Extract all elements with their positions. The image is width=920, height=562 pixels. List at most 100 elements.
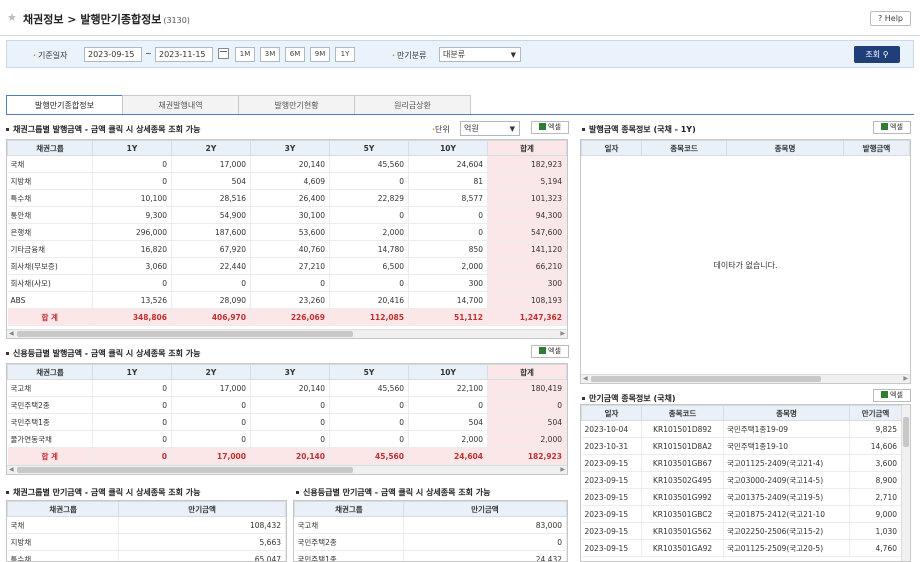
amount-cell[interactable]: 504 <box>488 414 567 431</box>
amount-cell[interactable]: 0 <box>93 397 172 414</box>
amount-cell[interactable]: 0 <box>251 431 330 448</box>
column-header[interactable]: 5Y <box>330 365 409 380</box>
total-amount-cell[interactable]: 406,970 <box>172 309 251 326</box>
amount-cell[interactable]: 22,100 <box>409 380 488 397</box>
amount-cell[interactable]: 23,260 <box>251 292 330 309</box>
amount-cell[interactable]: 14,780 <box>330 241 409 258</box>
scrollbar-thumb[interactable] <box>903 417 909 447</box>
maturity-class-select[interactable]: 대분류▼ <box>439 47 521 62</box>
column-header[interactable]: 합계 <box>488 365 567 380</box>
excel-button[interactable]: 엑셀 <box>873 389 911 402</box>
period-6m-button[interactable]: 6M <box>285 47 305 62</box>
amount-cell[interactable]: 0 <box>172 275 251 292</box>
total-amount-cell[interactable]: 348,806 <box>93 309 172 326</box>
column-header[interactable]: 3Y <box>251 141 330 156</box>
amount-cell[interactable]: 0 <box>251 414 330 431</box>
amount-cell[interactable]: 0 <box>251 275 330 292</box>
column-header[interactable]: 종목명 <box>724 406 850 421</box>
unit-select[interactable]: 억원▼ <box>460 121 520 136</box>
period-1m-button[interactable]: 1M <box>235 47 255 62</box>
horizontal-scrollbar[interactable]: ◀▶ <box>7 329 567 338</box>
amount-cell[interactable]: 101,323 <box>488 190 567 207</box>
column-header[interactable]: 1Y <box>93 365 172 380</box>
scrollbar-thumb[interactable] <box>17 467 353 473</box>
vertical-scrollbar[interactable] <box>901 405 910 561</box>
amount-cell[interactable]: 66,210 <box>488 258 567 275</box>
amount-cell[interactable]: 2,000 <box>330 224 409 241</box>
amount-cell[interactable]: 504 <box>409 414 488 431</box>
amount-cell[interactable]: 108,193 <box>488 292 567 309</box>
total-amount-cell[interactable]: 1,247,362 <box>488 309 567 326</box>
amount-cell[interactable]: 141,120 <box>488 241 567 258</box>
amount-cell[interactable]: 0 <box>330 397 409 414</box>
amount-cell[interactable]: 0 <box>330 207 409 224</box>
amount-cell[interactable]: 17,000 <box>172 380 251 397</box>
amount-cell[interactable]: 8,577 <box>409 190 488 207</box>
tab-issue-maturity-summary[interactable]: 발행만기종합정보 <box>6 95 123 115</box>
scrollbar-thumb[interactable] <box>17 331 353 337</box>
amount-cell[interactable]: 30,100 <box>251 207 330 224</box>
amount-cell[interactable]: 14,700 <box>409 292 488 309</box>
period-1y-button[interactable]: 1Y <box>335 47 355 62</box>
amount-cell[interactable]: 850 <box>409 241 488 258</box>
amount-cell[interactable]: 22,440 <box>172 258 251 275</box>
amount-cell[interactable]: 13,526 <box>93 292 172 309</box>
amount-cell[interactable]: 3,060 <box>93 258 172 275</box>
amount-cell[interactable]: 6,500 <box>330 258 409 275</box>
amount-cell[interactable]: 28,090 <box>172 292 251 309</box>
total-amount-cell[interactable]: 0 <box>93 448 172 465</box>
amount-cell[interactable]: 0 <box>93 173 172 190</box>
column-header[interactable]: 만기금액 <box>119 502 286 517</box>
amount-cell[interactable]: 27,210 <box>251 258 330 275</box>
amount-cell[interactable]: 300 <box>409 275 488 292</box>
query-button[interactable]: 조회 ⚲ <box>854 46 900 63</box>
total-amount-cell[interactable]: 20,140 <box>251 448 330 465</box>
amount-cell[interactable]: 182,923 <box>488 156 567 173</box>
amount-cell[interactable]: 65,047 <box>119 551 286 562</box>
column-header[interactable]: 합계 <box>488 141 567 156</box>
column-header[interactable]: 1Y <box>93 141 172 156</box>
column-header[interactable]: 만기금액 <box>850 406 902 421</box>
column-header[interactable]: 종목코드 <box>642 406 724 421</box>
amount-cell[interactable]: 0 <box>488 397 567 414</box>
amount-cell[interactable]: 20,416 <box>330 292 409 309</box>
period-3m-button[interactable]: 3M <box>260 47 280 62</box>
amount-cell[interactable]: 504 <box>172 173 251 190</box>
tab-principal-interest-repayment[interactable]: 원리금상환 <box>354 95 471 115</box>
tab-bond-issue-history[interactable]: 채권발행내역 <box>122 95 239 115</box>
amount-cell[interactable]: 24,432 <box>403 551 566 562</box>
amount-cell[interactable]: 300 <box>488 275 567 292</box>
column-header[interactable]: 10Y <box>409 365 488 380</box>
column-header[interactable]: 3Y <box>251 365 330 380</box>
excel-button[interactable]: 엑셀 <box>531 345 569 358</box>
amount-cell[interactable]: 9,300 <box>93 207 172 224</box>
excel-button[interactable]: 엑셀 <box>531 121 569 134</box>
horizontal-scrollbar[interactable]: ◀▶ <box>581 374 910 383</box>
column-header[interactable]: 2Y <box>172 141 251 156</box>
amount-cell[interactable]: 0 <box>93 431 172 448</box>
column-header[interactable]: 종목명 <box>727 141 844 156</box>
amount-cell[interactable]: 547,600 <box>488 224 567 241</box>
excel-button[interactable]: 엑셀 <box>873 121 911 134</box>
amount-cell[interactable]: 67,920 <box>172 241 251 258</box>
amount-cell[interactable]: 0 <box>409 207 488 224</box>
amount-cell[interactable]: 4,609 <box>251 173 330 190</box>
favorite-star-icon[interactable]: ★ <box>7 11 17 24</box>
amount-cell[interactable]: 22,829 <box>330 190 409 207</box>
scrollbar-thumb[interactable] <box>591 376 821 382</box>
column-header[interactable]: 종목코드 <box>642 141 727 156</box>
amount-cell[interactable]: 0 <box>93 275 172 292</box>
amount-cell[interactable]: 0 <box>330 414 409 431</box>
scroll-left-icon[interactable]: ◀ <box>9 466 14 473</box>
date-from-input[interactable]: 2023-09-15 <box>84 47 142 62</box>
amount-cell[interactable]: 180,419 <box>488 380 567 397</box>
amount-cell[interactable]: 2,000 <box>488 431 567 448</box>
amount-cell[interactable]: 17,000 <box>172 156 251 173</box>
amount-cell[interactable]: 54,900 <box>172 207 251 224</box>
help-button[interactable]: ? Help <box>870 11 911 26</box>
column-header[interactable]: 만기금액 <box>403 502 566 517</box>
scroll-right-icon[interactable]: ▶ <box>903 375 908 382</box>
column-header[interactable]: 발행금액 <box>844 141 910 156</box>
amount-cell[interactable]: 20,140 <box>251 380 330 397</box>
amount-cell[interactable]: 0 <box>172 397 251 414</box>
